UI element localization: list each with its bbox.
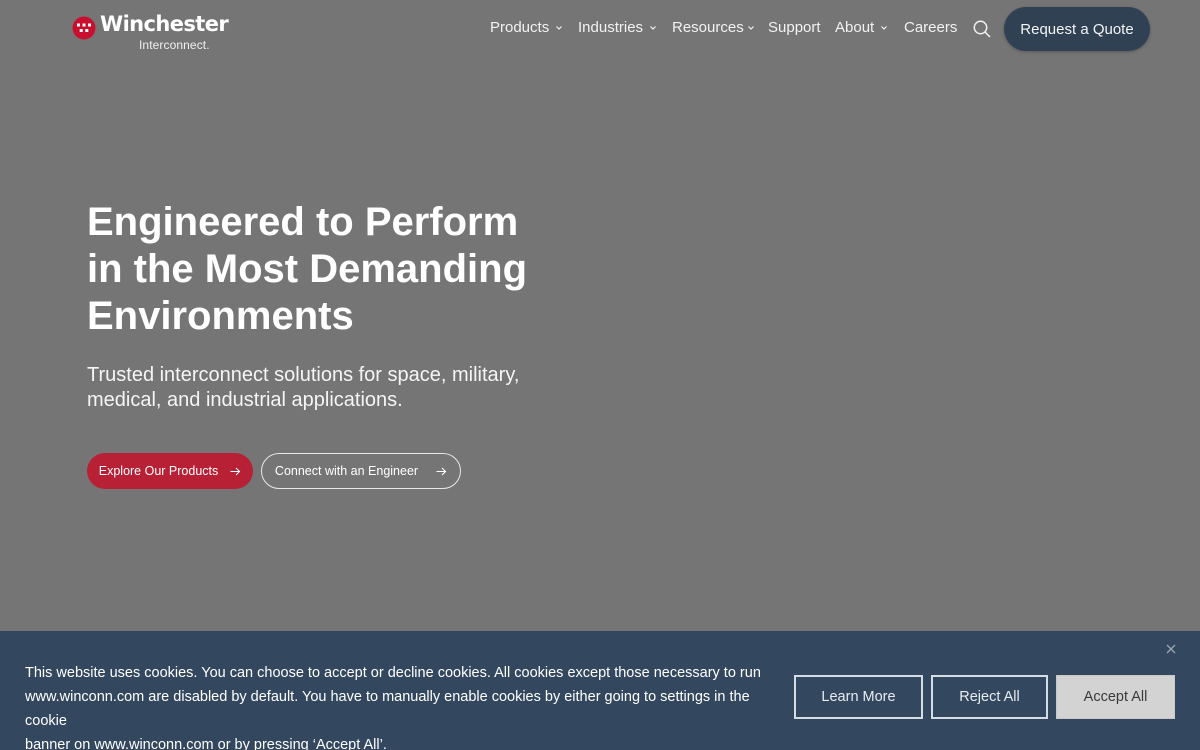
arrow-right-icon <box>230 467 241 475</box>
site-header: Winchester Interconnect. Products Indust… <box>0 0 1200 58</box>
connect-engineer-button[interactable]: Connect with an Engineer <box>261 453 461 489</box>
brand-logo-mark-icon <box>72 16 96 40</box>
brand-subtitle: Interconnect. <box>139 38 210 52</box>
brand-name: Winchester <box>100 12 229 36</box>
hero-subtitle-line: medical, and industrial applications. <box>87 389 403 411</box>
reject-all-button[interactable]: Reject All <box>931 675 1048 719</box>
arrow-right-icon <box>436 467 447 475</box>
search-button[interactable] <box>972 19 992 39</box>
hero-subtitle: Trusted interconnect solutions for space… <box>87 363 537 413</box>
explore-products-button[interactable]: Explore Our Products <box>87 453 253 489</box>
explore-products-label: Explore Our Products <box>98 464 219 478</box>
chevron-down-icon <box>556 25 563 30</box>
cookie-message-line: www.winconn.com are disabled by default.… <box>25 689 750 729</box>
nav-item-support[interactable]: Support <box>768 19 821 36</box>
nav-item-products[interactable]: Products <box>490 19 563 36</box>
learn-more-button[interactable]: Learn More <box>794 675 923 719</box>
nav-item-careers[interactable]: Careers <box>904 19 957 36</box>
nav-item-label: Careers <box>904 19 958 36</box>
chevron-down-icon <box>881 25 888 30</box>
nav-item-label: Support <box>768 19 821 36</box>
hero-title-line: in the Most Demanding <box>87 247 527 291</box>
search-icon <box>973 20 991 38</box>
chevron-down-icon <box>747 25 754 30</box>
nav-item-about[interactable]: About <box>835 19 888 36</box>
nav-item-label: Industries <box>578 19 644 36</box>
cookie-banner: This website uses cookies. You can choos… <box>0 631 1200 750</box>
accept-all-button[interactable]: Accept All <box>1056 675 1175 719</box>
nav-item-resources[interactable]: Resources <box>672 19 755 36</box>
chevron-down-icon <box>650 25 656 30</box>
close-cookie-button[interactable] <box>1165 643 1177 655</box>
nav-item-label: Products <box>490 19 550 36</box>
brand-logo[interactable]: Winchester Interconnect. <box>72 12 229 52</box>
connect-engineer-label: Connect with an Engineer <box>274 464 419 478</box>
hero-title: Engineered to Perform in the Most Demand… <box>87 199 557 340</box>
cookie-message-line: banner on www.winconn.com or by pressing… <box>25 737 387 750</box>
request-quote-button[interactable]: Request a Quote <box>1004 7 1150 51</box>
nav-item-label: Resources <box>672 19 744 36</box>
hero-title-line: Environments <box>87 294 354 338</box>
cookie-message-line: This website uses cookies. You can choos… <box>25 665 761 681</box>
close-icon <box>1166 644 1176 654</box>
nav-item-industries[interactable]: Industries <box>578 19 657 36</box>
cookie-message: This website uses cookies. You can choos… <box>25 661 785 750</box>
nav-item-label: About <box>835 19 875 36</box>
hero-title-line: Engineered to Perform <box>87 200 519 244</box>
hero-subtitle-line: Trusted interconnect solutions for space… <box>87 364 520 386</box>
